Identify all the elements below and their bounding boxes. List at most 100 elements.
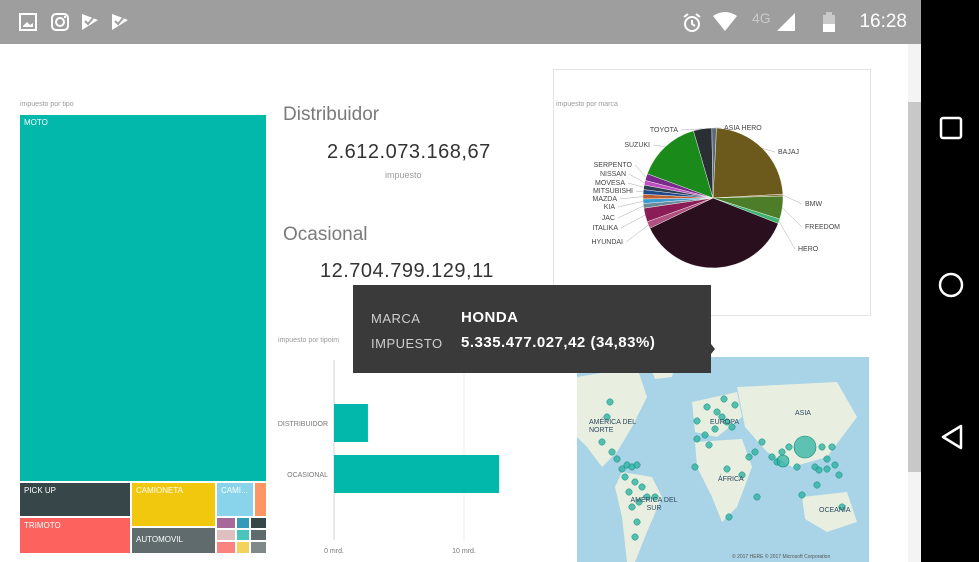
- treemap-label: MOTO: [24, 118, 48, 127]
- map-bubble[interactable]: [598, 438, 606, 446]
- map-bubble-large[interactable]: [793, 435, 817, 459]
- map-bubble[interactable]: [691, 463, 699, 471]
- map-bubble[interactable]: [723, 465, 731, 473]
- pie-leader-line: [628, 173, 645, 183]
- map-bubble[interactable]: [631, 478, 639, 486]
- map-bubble[interactable]: [633, 461, 641, 469]
- piechart-title: impuesto por marca: [556, 101, 618, 108]
- map-bubble[interactable]: [606, 398, 614, 406]
- treemap-label: PICK UP: [24, 486, 57, 495]
- map-bubble[interactable]: [711, 425, 719, 433]
- pie-leader-line: [634, 164, 647, 178]
- map-bubble[interactable]: [693, 417, 701, 425]
- map-bubble[interactable]: [625, 488, 633, 496]
- status-bar: 4G 16:28: [0, 0, 921, 44]
- treemap-tile-small[interactable]: [217, 530, 237, 542]
- treemap-tile-small[interactable]: [251, 542, 268, 555]
- home-icon[interactable]: [937, 271, 965, 299]
- treemap-tile-small[interactable]: [255, 483, 268, 518]
- pie-leader-line: [625, 224, 649, 243]
- treemap-tile-pick-up[interactable]: PICK UP: [20, 483, 132, 518]
- treemap-tile-trimoto[interactable]: TRIMOTO: [20, 518, 132, 555]
- pie-label: MITSUBISHI: [593, 188, 633, 195]
- map-bubble[interactable]: [613, 455, 621, 463]
- treemap-tile-camion[interactable]: CAMI...: [217, 483, 255, 518]
- treemap-tile-small[interactable]: [217, 542, 237, 555]
- tooltip-value-tax: 5.335.477.027,42 (34,83%): [461, 334, 656, 351]
- treemap-tile-camioneta[interactable]: CAMIONETA: [132, 483, 217, 528]
- map-bubble[interactable]: [745, 453, 753, 461]
- tooltip-value-brand: HONDA: [461, 309, 519, 326]
- map-bubble[interactable]: [785, 443, 793, 451]
- map-attribution: © 2017 HERE © 2017 Microsoft Corporation: [732, 554, 831, 560]
- recents-icon[interactable]: [939, 116, 963, 140]
- pie-leader-line: [635, 190, 644, 193]
- map-bubble[interactable]: [713, 408, 721, 416]
- signal-icon: [777, 13, 795, 31]
- treemap-label: CAMIONETA: [136, 486, 183, 495]
- map-bubble[interactable]: [823, 455, 831, 463]
- map-bubble[interactable]: [705, 441, 713, 449]
- battery-icon: [823, 12, 835, 32]
- treemap-tile-small[interactable]: [251, 530, 268, 542]
- map-bubble[interactable]: [835, 471, 843, 479]
- pie-label: SUZUKI: [624, 142, 650, 149]
- map-bubble[interactable]: [778, 448, 786, 456]
- map-bubble[interactable]: [831, 461, 839, 469]
- treemap-label: CAMI...: [221, 486, 248, 495]
- treemap-tile-small[interactable]: [237, 518, 251, 530]
- map-bubble[interactable]: [813, 481, 821, 489]
- treemap-tile-small[interactable]: [251, 518, 268, 530]
- treemap-tile-small[interactable]: [217, 518, 237, 530]
- map-bubble[interactable]: [828, 443, 836, 451]
- map-label-south-america: AMÉRICA DEL SUR: [630, 497, 678, 512]
- map-bubble[interactable]: [618, 465, 626, 473]
- map-bubble[interactable]: [701, 431, 709, 439]
- pie-label: TOYOTA: [650, 127, 678, 134]
- pie-label: HERO: [798, 246, 819, 253]
- bar-ocasional[interactable]: [334, 455, 500, 493]
- map-bubble[interactable]: [768, 453, 776, 461]
- map-bubble[interactable]: [720, 395, 728, 403]
- map-label-asia: ASIA: [795, 410, 811, 417]
- pie-leader-line: [627, 182, 644, 188]
- map-bubble[interactable]: [793, 463, 801, 471]
- map-bubble[interactable]: [823, 465, 831, 473]
- kpi-value-distribuidor: 2.612.073.168,67: [327, 141, 491, 163]
- treemap-tile-small[interactable]: [237, 530, 251, 542]
- map-bubble[interactable]: [638, 483, 646, 491]
- scrollbar-thumb[interactable]: [908, 102, 921, 472]
- treemap-tile-automovil[interactable]: AUTOMOVIL: [132, 528, 217, 555]
- tooltip-pointer-icon: [707, 339, 715, 359]
- map-bubble[interactable]: [758, 438, 766, 446]
- map-bubble[interactable]: [725, 513, 733, 521]
- map-bubble[interactable]: [621, 473, 629, 481]
- map-bubble[interactable]: [631, 533, 639, 541]
- map-bubble-medium[interactable]: [776, 454, 790, 468]
- map-bubble[interactable]: [703, 403, 711, 411]
- map-bubble[interactable]: [731, 401, 739, 409]
- pie-slice-bajaj[interactable]: [712, 127, 784, 199]
- map-bubble[interactable]: [751, 448, 759, 456]
- map[interactable]: AMÉRICA DEL NORTE EUROPA ASIA ÁFRICA AMÉ…: [577, 357, 869, 562]
- gallery-icon: [19, 13, 37, 31]
- map-bubble[interactable]: [608, 448, 616, 456]
- pie-label: MAZDA: [593, 196, 618, 203]
- map-label-north-america: AMÉRICA DEL NORTE: [589, 419, 636, 434]
- treemap-tile-small[interactable]: [237, 542, 251, 555]
- tooltip: MARCA HONDA IMPUESTO 5.335.477.027,42 (3…: [353, 285, 715, 373]
- map-bubble[interactable]: [818, 443, 826, 451]
- back-icon[interactable]: [939, 424, 965, 450]
- pie-chart: BAJAJBMWFREEDOMHEROHYUNDAIITALIKAJACKIAM…: [591, 125, 840, 269]
- check-flag-icon: [112, 14, 128, 30]
- treemap-tile-moto[interactable]: MOTO: [20, 115, 268, 483]
- map-bubble[interactable]: [798, 491, 806, 499]
- map-bubble[interactable]: [815, 466, 823, 474]
- map-bubble[interactable]: [693, 435, 701, 443]
- pie-label: JAC: [602, 215, 615, 222]
- map-bubble[interactable]: [753, 493, 761, 501]
- tooltip-key-brand: MARCA: [371, 311, 421, 326]
- map-bubble[interactable]: [633, 518, 641, 526]
- bar-distribuidor[interactable]: [334, 404, 368, 442]
- bar-category-label: DISTRIBUIDOR: [278, 421, 328, 428]
